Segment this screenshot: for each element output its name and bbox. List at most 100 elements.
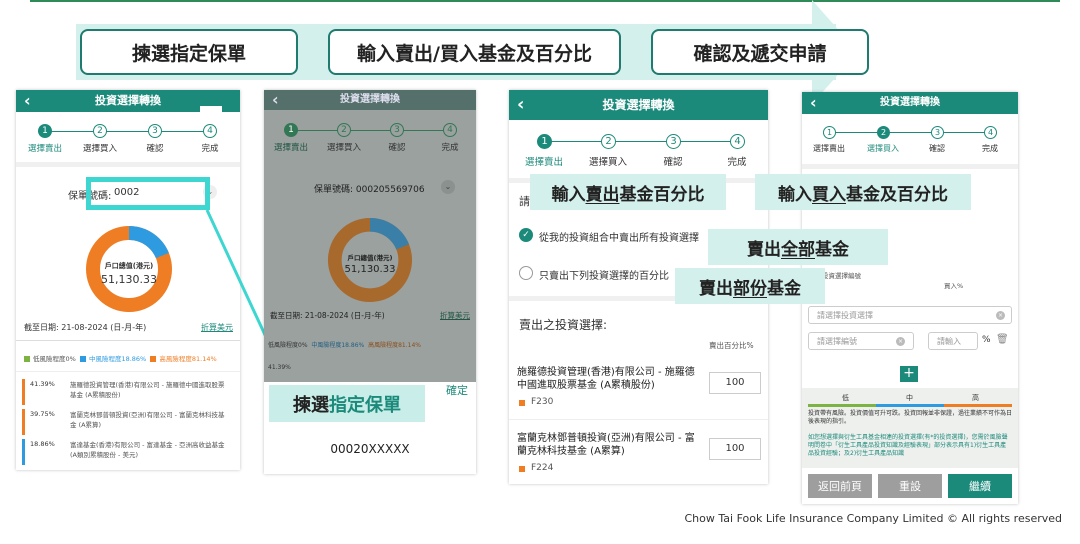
step-1-circle: 1: [823, 126, 836, 139]
risk-bar-low: [808, 404, 876, 407]
col-buy-pct: 買入%: [944, 282, 964, 290]
callout-text: 輸入: [778, 184, 812, 205]
callout-enter-sell-pct: 輸入 賣出 基金百分比: [530, 174, 726, 210]
fund-code: F224: [531, 463, 554, 473]
radio-sell-all-checked-icon[interactable]: ✓: [519, 228, 533, 242]
back-icon[interactable]: ‹: [272, 90, 279, 110]
footer-copyright: Chow Tai Fook Life Insurance Company Lim…: [684, 512, 1063, 525]
step-2-circle: 2: [337, 123, 351, 137]
step-1-label: 選擇賣出: [273, 143, 308, 153]
option-sell-all[interactable]: 從我的投資組合中賣出所有投資選擇: [539, 229, 699, 244]
callout-text: 基金: [767, 278, 801, 299]
callout-sell-partial: 賣出 部份 基金: [675, 268, 825, 304]
step-4-label: 完成: [982, 144, 998, 153]
back-icon[interactable]: ‹: [517, 90, 524, 120]
screen-title: 投資選擇轉換: [602, 98, 675, 112]
convert-usd-link[interactable]: 折算美元: [440, 310, 470, 321]
callout-text-underlined: 全部: [781, 239, 815, 260]
back-icon[interactable]: ‹: [810, 92, 817, 114]
step-1-circle: 1: [537, 134, 552, 149]
legend-low: 低風險程度0%: [268, 342, 308, 349]
derivative-notice: 如您想選擇與衍生工具基金相連的投資選擇(有*的投資選擇)，您需於風險聲明問卷中「…: [808, 434, 1008, 457]
chevron-down-icon[interactable]: ⌄: [441, 180, 455, 194]
step-3-label: 確認: [388, 143, 406, 153]
callout-text: 基金百分比: [619, 184, 705, 205]
col-fund-code: 投資選擇編號: [822, 272, 861, 280]
callout-text-underlined: 買入: [812, 184, 846, 205]
reset-button[interactable]: 重設: [878, 474, 942, 498]
screen-title: 投資選擇轉換: [880, 97, 940, 108]
callout-text: 基金及百分比: [846, 184, 948, 205]
step-4-label: 完成: [727, 157, 747, 168]
fund-color-dot: [519, 400, 525, 406]
instruction-prefix: 請: [519, 195, 530, 208]
step-2-circle: 2: [601, 134, 616, 149]
col-sell-pct: 賣出百分比%: [709, 341, 754, 350]
step-3-label: 確認: [663, 157, 683, 168]
sell-pct-input[interactable]: 100: [709, 438, 761, 460]
fund-code: F230: [531, 397, 554, 407]
step-2-label: 選擇買入: [326, 143, 361, 153]
step-4-label: 完成: [441, 143, 459, 153]
clear-icon[interactable]: ×: [996, 311, 1005, 320]
stepper-line: [834, 132, 990, 133]
step-3-circle: 3: [931, 126, 944, 139]
step-4-circle: 4: [984, 126, 997, 139]
stepper-line: [294, 130, 446, 131]
fund-pct: 41.39%: [268, 364, 291, 371]
callout-text: 賣出: [747, 239, 781, 260]
risk-low-label: 低: [842, 394, 849, 402]
callout-text: 輸入: [551, 184, 586, 205]
policy-option[interactable]: 00020XXXXX: [264, 442, 476, 456]
slide: 揀選指定保單 輸入賣出/買入基金及百分比 確認及遞交申請 ‹ 投資選擇轉換 1 …: [0, 0, 1080, 544]
fund-select-input[interactable]: 請選擇投資選擇: [808, 306, 1012, 324]
step-1-label: 選擇賣出: [524, 157, 563, 168]
radio-sell-partial[interactable]: [519, 266, 533, 280]
callout-text: 揀選: [293, 394, 329, 416]
risk-disclaimer: 投資帶有風險。投資價值可升可跌。投資回報並非保證，過往業績不可作為日後表現的指引…: [808, 410, 1013, 425]
callout-text: 賣出: [699, 278, 733, 299]
buy-pct-input[interactable]: 請輸入: [928, 332, 978, 350]
risk-bar-mid: [876, 404, 944, 407]
step-3-label: 確認: [929, 144, 945, 153]
fund-color-dot: [519, 466, 525, 472]
option-sell-partial[interactable]: 只賣出下列投資選擇的百分比: [539, 267, 669, 282]
risk-high-label: 高: [972, 394, 979, 402]
risk-mid-label: 中: [906, 394, 913, 402]
callout-text-highlight: 指定保單: [329, 394, 401, 416]
screen-header: ‹ 投資選擇轉換: [802, 92, 1018, 114]
trash-icon[interactable]: 🗑: [996, 334, 1009, 345]
risk-legend: 低風險程度0% 中風險程度18.86% 高風險程度81.14%: [268, 340, 421, 349]
screen-select-buy: ‹ 投資選擇轉換 1 2 3 4 選擇賣出 選擇買入 確認 完成 投資選擇編號 …: [802, 92, 1018, 504]
continue-button[interactable]: 繼續: [948, 474, 1012, 498]
policy-number-label: 保單號碼: 000205569706: [314, 185, 425, 195]
callout-enter-buy: 輸入 買入 基金及百分比: [755, 174, 971, 210]
step-3-circle: 3: [390, 123, 404, 137]
back-button[interactable]: 返回前頁: [808, 474, 872, 498]
pct-sign: %: [982, 335, 991, 345]
step-1-circle: 1: [284, 123, 298, 137]
callout-select-policy: 揀選 指定保單: [269, 385, 425, 422]
donut-value: 51,130.33: [344, 264, 396, 275]
divider: [802, 164, 1018, 169]
step-2-circle: 2: [877, 126, 890, 139]
legend-high: 高風險程度81.14%: [368, 342, 421, 349]
stepper-line: [551, 141, 735, 142]
legend-mid: 中風險程度18.86%: [311, 342, 365, 349]
screen-header: ‹ 投資選擇轉換: [264, 90, 476, 110]
callout-text-underlined: 部份: [733, 278, 767, 299]
sell-pct-input[interactable]: 100: [709, 372, 761, 394]
clear-icon[interactable]: ×: [896, 337, 905, 346]
confirm-button[interactable]: 確定: [446, 382, 468, 398]
screen-header: ‹ 投資選擇轉換: [509, 90, 768, 120]
callout-text: 基金: [815, 239, 849, 260]
step-4-circle: 4: [730, 134, 745, 149]
screen-title: 投資選擇轉換: [340, 94, 400, 105]
as-of-date: 截至日期: 21-08-2024 (日-月-年): [270, 311, 385, 320]
risk-bar-high: [944, 404, 1012, 407]
section-title: 賣出之投資選擇:: [519, 318, 608, 332]
step-3-circle: 3: [666, 134, 681, 149]
add-fund-button[interactable]: +: [900, 366, 918, 382]
fund-name: 施羅德投資管理(香港)有限公司 - 施羅德中國進取股票基金 (A累積股份): [517, 367, 695, 391]
fund-name: 富蘭克林鄧普頓投資(亞洲)有限公司 - 富蘭克林科技基金 (A累算): [517, 433, 695, 457]
